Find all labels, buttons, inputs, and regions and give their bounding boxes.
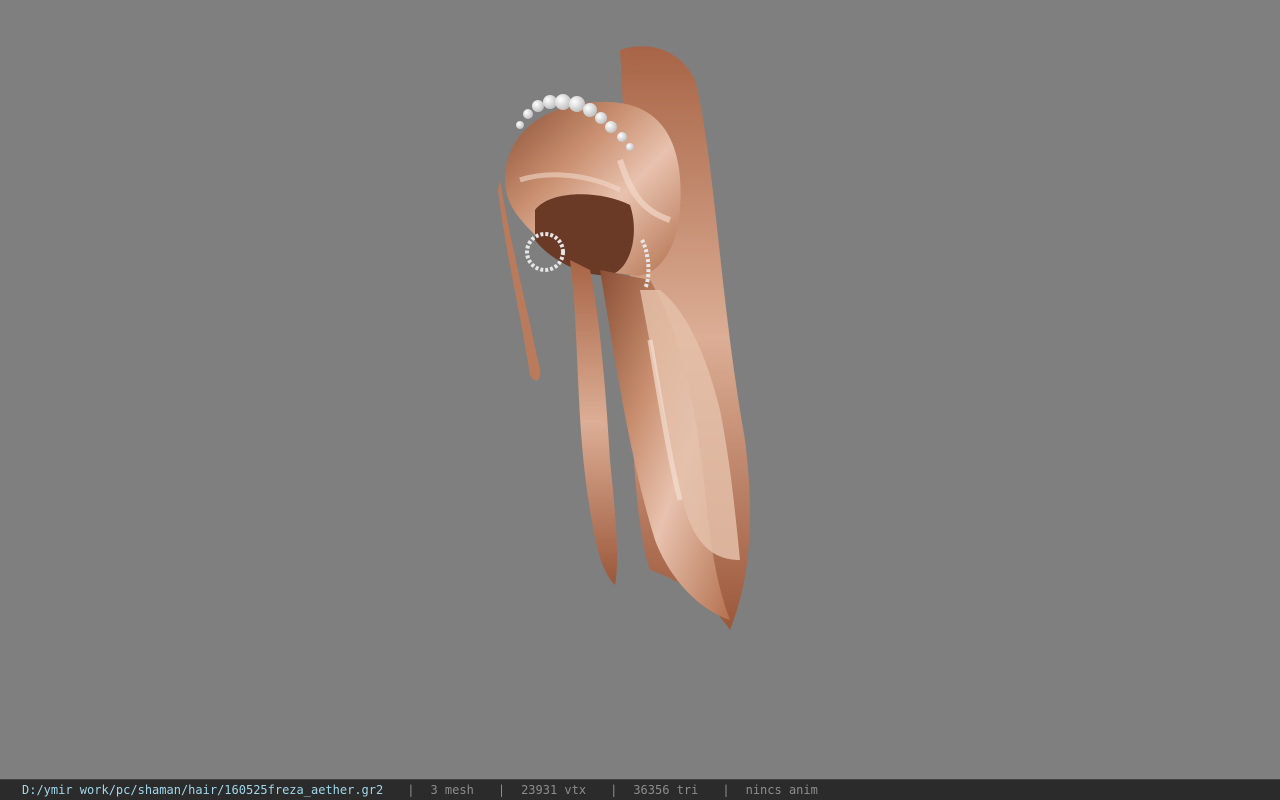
mesh-count: 3 mesh (430, 783, 474, 797)
status-bar: D:/ymir work/pc/shaman/hair/160525freza_… (0, 779, 1280, 800)
file-path: D:/ymir work/pc/shaman/hair/160525freza_… (22, 783, 384, 797)
separator: | (407, 783, 415, 797)
separator: | (610, 783, 618, 797)
anim-status: nincs anim (745, 783, 818, 797)
hair-model-3d (498, 46, 750, 630)
triangle-count: 36356 tri (633, 783, 699, 797)
3d-viewport[interactable] (0, 0, 1280, 779)
vertex-count: 23931 vtx (521, 783, 587, 797)
separator: | (722, 783, 730, 797)
separator: | (497, 783, 506, 797)
